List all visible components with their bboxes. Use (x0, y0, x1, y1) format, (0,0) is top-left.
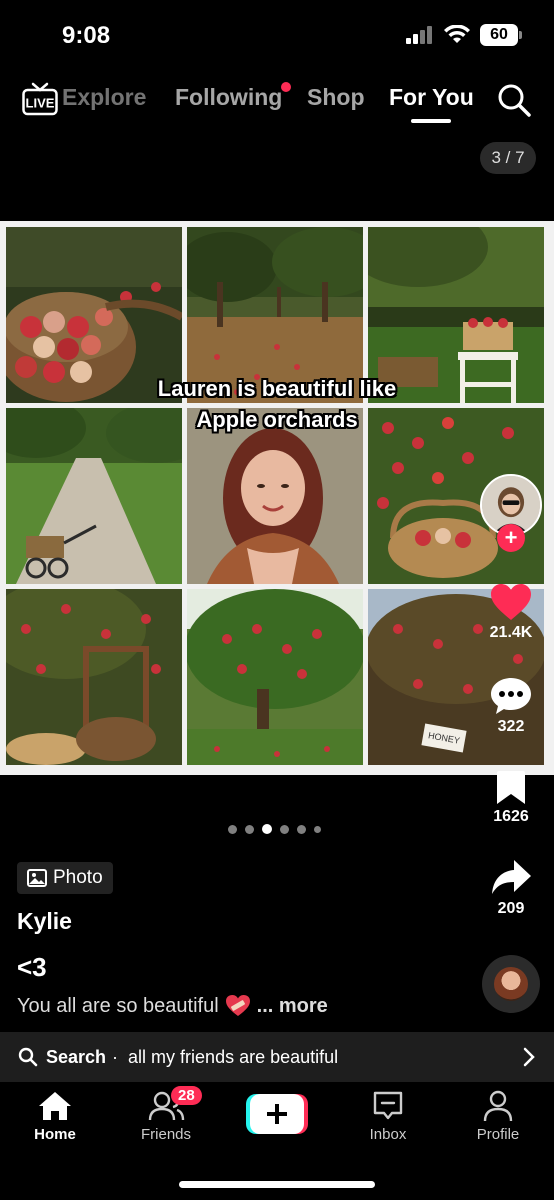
description-text: You all are so beautiful (17, 994, 219, 1017)
tab-shop[interactable]: Shop (307, 84, 365, 111)
carousel-dot (280, 824, 289, 834)
photo-tag-label: Photo (53, 867, 103, 888)
caption-line-2: Apple orchards (196, 407, 358, 432)
collage-garden-basket (6, 589, 182, 765)
nav-profile[interactable]: Profile (453, 1090, 543, 1143)
like-count: 21.4K (489, 624, 533, 641)
collage-apple-tree (187, 589, 363, 765)
search-separator: · (112, 1046, 119, 1067)
search-icon[interactable] (496, 82, 532, 118)
nav-profile-label: Profile (476, 1126, 520, 1143)
share-button[interactable]: 209 (482, 858, 540, 918)
status-time: 9:08 (62, 22, 111, 49)
top-tabs: Explore Following Shop For You (0, 84, 554, 120)
carousel-dot (314, 825, 321, 833)
mending-heart-emoji-icon (225, 995, 250, 1016)
nav-home-label: Home (34, 1126, 76, 1143)
status-icons: 60 (406, 24, 522, 46)
carousel-dot (297, 824, 306, 834)
home-icon (39, 1092, 71, 1120)
sound-disc[interactable] (482, 955, 540, 1013)
photo-type-tag: Photo (17, 862, 113, 894)
collage-wheelbarrow-path (6, 408, 182, 584)
cellular-signal-icon (406, 26, 432, 44)
image-counter: 3 / 7 (480, 142, 536, 174)
username[interactable]: Kylie (17, 908, 72, 935)
carousel-dot-active (262, 824, 272, 834)
following-notification-dot (281, 82, 291, 92)
battery-indicator: 60 (480, 24, 522, 46)
nav-home[interactable]: Home (10, 1090, 100, 1143)
save-button[interactable]: 1626 (482, 770, 540, 826)
create-icon[interactable] (246, 1094, 308, 1134)
post-title: <3 (17, 952, 47, 982)
nav-friends-label: Friends (140, 1126, 192, 1143)
inbox-icon (373, 1091, 403, 1120)
active-tab-indicator (411, 119, 451, 123)
comment-count: 322 (497, 718, 525, 735)
tab-for-you[interactable]: For You (389, 84, 474, 111)
nav-friends[interactable]: 28 Friends (121, 1086, 211, 1143)
image-icon (27, 869, 47, 887)
share-icon (492, 860, 531, 894)
carousel-dot (245, 824, 254, 834)
search-label: Search (46, 1046, 107, 1067)
comment-button[interactable]: 322 (482, 676, 540, 736)
search-small-icon (18, 1047, 38, 1067)
tab-explore[interactable]: Explore (62, 84, 146, 111)
home-indicator[interactable] (179, 1181, 375, 1188)
carousel-dot (228, 824, 237, 834)
search-query: all my friends are beautiful (128, 1046, 339, 1067)
search-suggestion-bar[interactable]: Search · all my friends are beautiful (0, 1032, 554, 1082)
friends-badge: 28 (171, 1086, 202, 1105)
tab-following[interactable]: Following (175, 84, 282, 111)
bookmark-icon (497, 771, 525, 804)
wifi-icon (444, 25, 470, 43)
nav-inbox-label: Inbox (369, 1126, 407, 1143)
follow-button[interactable]: + (497, 524, 525, 552)
battery-level: 60 (490, 26, 508, 43)
save-count: 1626 (493, 808, 529, 825)
heart-icon (491, 584, 531, 620)
post-description[interactable]: You all are so beautiful ... more (17, 994, 328, 1018)
nav-inbox[interactable]: Inbox (343, 1090, 433, 1143)
chevron-right-icon (523, 1047, 535, 1067)
share-count: 209 (497, 900, 525, 917)
profile-icon (483, 1090, 513, 1122)
collage-portrait (187, 408, 363, 584)
carousel-dots (228, 824, 321, 834)
post-photo[interactable]: HONEY Lauren is beautiful like Apple orc… (0, 221, 554, 775)
more-link[interactable]: ... more (257, 995, 328, 1018)
like-button[interactable]: 21.4K (482, 582, 540, 642)
caption-line-1: Lauren is beautiful like (157, 376, 397, 401)
comment-icon (491, 678, 531, 714)
sound-cover (494, 967, 528, 1001)
